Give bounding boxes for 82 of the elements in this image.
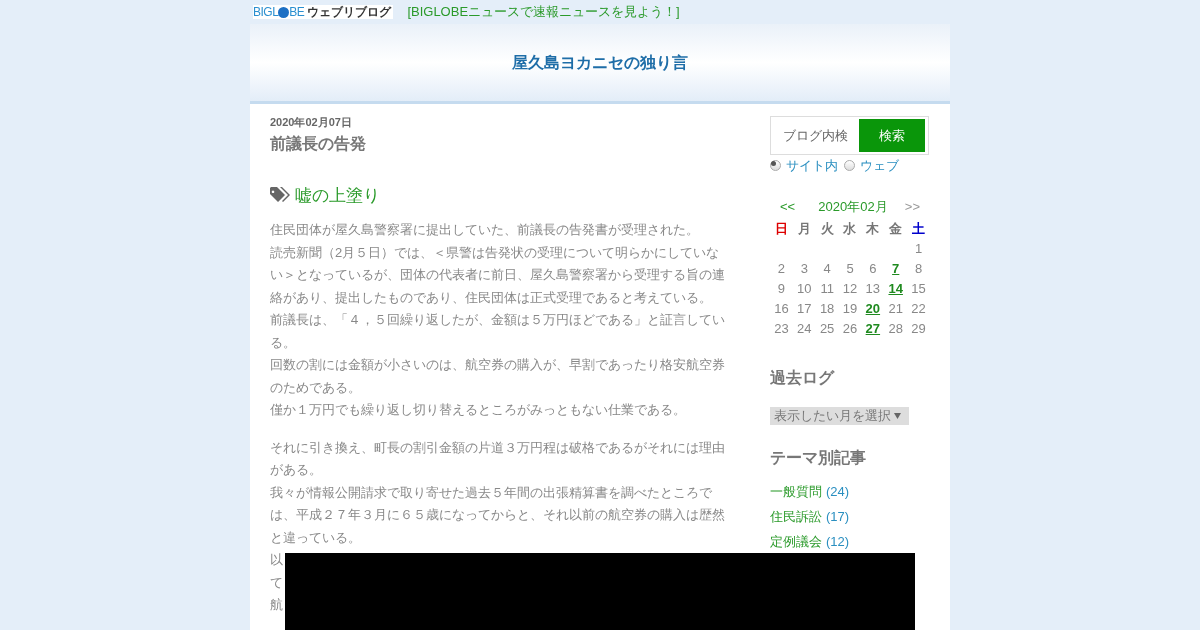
post-count: (24) — [826, 484, 850, 500]
body-text-line: 我々が情報公開請求で取り寄せた過去５年間の出張精算書を調べたところで — [270, 484, 712, 500]
globe-icon — [278, 6, 290, 18]
theme-category-link[interactable]: 一般質問 — [770, 484, 822, 500]
calendar-day: 6 — [861, 259, 885, 279]
calendar-day: 15 — [907, 279, 930, 299]
calendar-day: 23 — [770, 319, 793, 339]
next-month-link[interactable]: >> — [904, 196, 920, 216]
calendar-day-link[interactable]: 20 — [861, 299, 885, 319]
dropdown-arrow-icon — [894, 413, 901, 419]
body-text-line: 読売新聞（2月５日）では、＜県警は告発状の受理について明らかにしていな — [270, 244, 720, 260]
month-select[interactable]: 表示したい月を選択 — [770, 407, 909, 425]
calendar-day-link[interactable]: 14 — [884, 279, 908, 299]
calendar-day: 11 — [815, 279, 839, 299]
search-field[interactable]: ブログ内検 検索 — [770, 116, 929, 155]
calendar-day: 10 — [792, 279, 816, 299]
logo-service: ウェブリブログ — [307, 5, 392, 19]
post-count: (17) — [826, 509, 850, 525]
body-text-line: 僅か１万円でも繰り返し切り替えるところがみっともない仕業である。 — [270, 402, 686, 417]
radio-label[interactable]: サイト内 — [786, 156, 838, 176]
weekday-label: 水 — [842, 220, 858, 238]
radio-label[interactable]: ウェブ — [860, 156, 899, 176]
calendar-day: 9 — [770, 279, 793, 299]
weekday-label: 日 — [773, 220, 789, 238]
calendar-day-link[interactable]: 7 — [884, 259, 908, 279]
calendar-day: 26 — [838, 319, 862, 339]
post-title: 前議長の告発 — [270, 133, 367, 154]
theme-category-link[interactable]: 住民訴訟 — [770, 509, 822, 525]
calendar-day: 18 — [815, 299, 839, 319]
body-text-line: 以 — [270, 552, 283, 567]
body-text-line: と違っている。 — [270, 529, 361, 545]
themes-heading: テーマ別記事 — [770, 448, 867, 468]
radio-button[interactable] — [844, 160, 855, 172]
search-button[interactable]: 検索 — [859, 119, 925, 152]
calendar-day: 24 — [792, 319, 816, 339]
weekday-label: 土 — [911, 220, 927, 238]
calendar-day: 25 — [815, 319, 839, 339]
calendar-day: 22 — [907, 299, 930, 319]
calendar-day: 3 — [792, 259, 816, 279]
calendar-day: 28 — [884, 319, 908, 339]
weekday-label: 金 — [888, 220, 904, 238]
body-text-line: 前議長は、「４，５回繰り返したが、金額は５万円ほどである」と証言してい — [270, 312, 725, 327]
weekday-label: 木 — [865, 220, 881, 238]
calendar-day: 17 — [792, 299, 816, 319]
body-text-line: て — [270, 574, 283, 590]
body-text-line: のためである。 — [270, 379, 361, 395]
calendar-day: 5 — [838, 259, 862, 279]
blog-title[interactable]: 屋久島ヨカニセの独り言 — [512, 50, 688, 75]
news-link[interactable]: [BIGLOBEニュースで速報ニュースを見よう！] — [407, 2, 680, 22]
body-text-line: い＞となっているが、団体の代表者に前日、屋久島警察署から受理する旨の連 — [270, 267, 725, 282]
logo-text: BE — [289, 6, 305, 18]
calendar-day: 12 — [838, 279, 862, 299]
calendar-day: 1 — [907, 239, 930, 259]
weekday-label: 火 — [819, 220, 835, 238]
theme-link[interactable]: 嘘の上塗り — [295, 182, 380, 208]
weekday-label: 月 — [796, 220, 812, 238]
calendar-day: 8 — [907, 259, 930, 279]
post-date: 2020年02月07日 — [270, 115, 353, 130]
calendar-day: 29 — [907, 319, 930, 339]
body-text-line: 住民団体が屋久島警察署に提出していた、前議長の告発書が受理された。 — [270, 222, 699, 237]
body-text-line: は、平成２７年３月に６５歳になってからと、それ以前の航空券の購入は歴然 — [270, 507, 725, 522]
body-text-line: 絡があり、提出したものであり、住民団体は正式受理であると考えている。 — [270, 289, 712, 305]
calendar-day-link[interactable]: 27 — [861, 319, 885, 339]
body-text-line: 回数の割には金額が小さいのは、航空券の購入が、早割であったり格安航空券 — [270, 357, 725, 372]
logo-text: BIGL — [253, 6, 279, 18]
calendar-day: 21 — [884, 299, 908, 319]
body-text-line: 航 — [270, 597, 283, 612]
calendar-day: 19 — [838, 299, 862, 319]
theme-category-link[interactable]: 定例議会 — [770, 534, 822, 550]
prev-month-link[interactable]: << — [780, 196, 796, 216]
tags-icon — [270, 186, 291, 204]
calendar-month[interactable]: 2020年02月 — [818, 196, 888, 216]
calendar-day: 2 — [770, 259, 793, 279]
calendar-day: 16 — [770, 299, 793, 319]
archive-heading: 過去ログ — [770, 368, 836, 388]
post-count: (12) — [826, 534, 850, 550]
body-text-line: がある。 — [270, 462, 322, 477]
calendar-day: 4 — [815, 259, 839, 279]
radio-button[interactable] — [770, 160, 781, 172]
body-text-line: それに引き換え、町長の割引金額の片道３万円程は破格であるがそれには理由 — [270, 439, 725, 455]
body-text-line: る。 — [270, 334, 296, 350]
calendar-day: 13 — [861, 279, 885, 299]
